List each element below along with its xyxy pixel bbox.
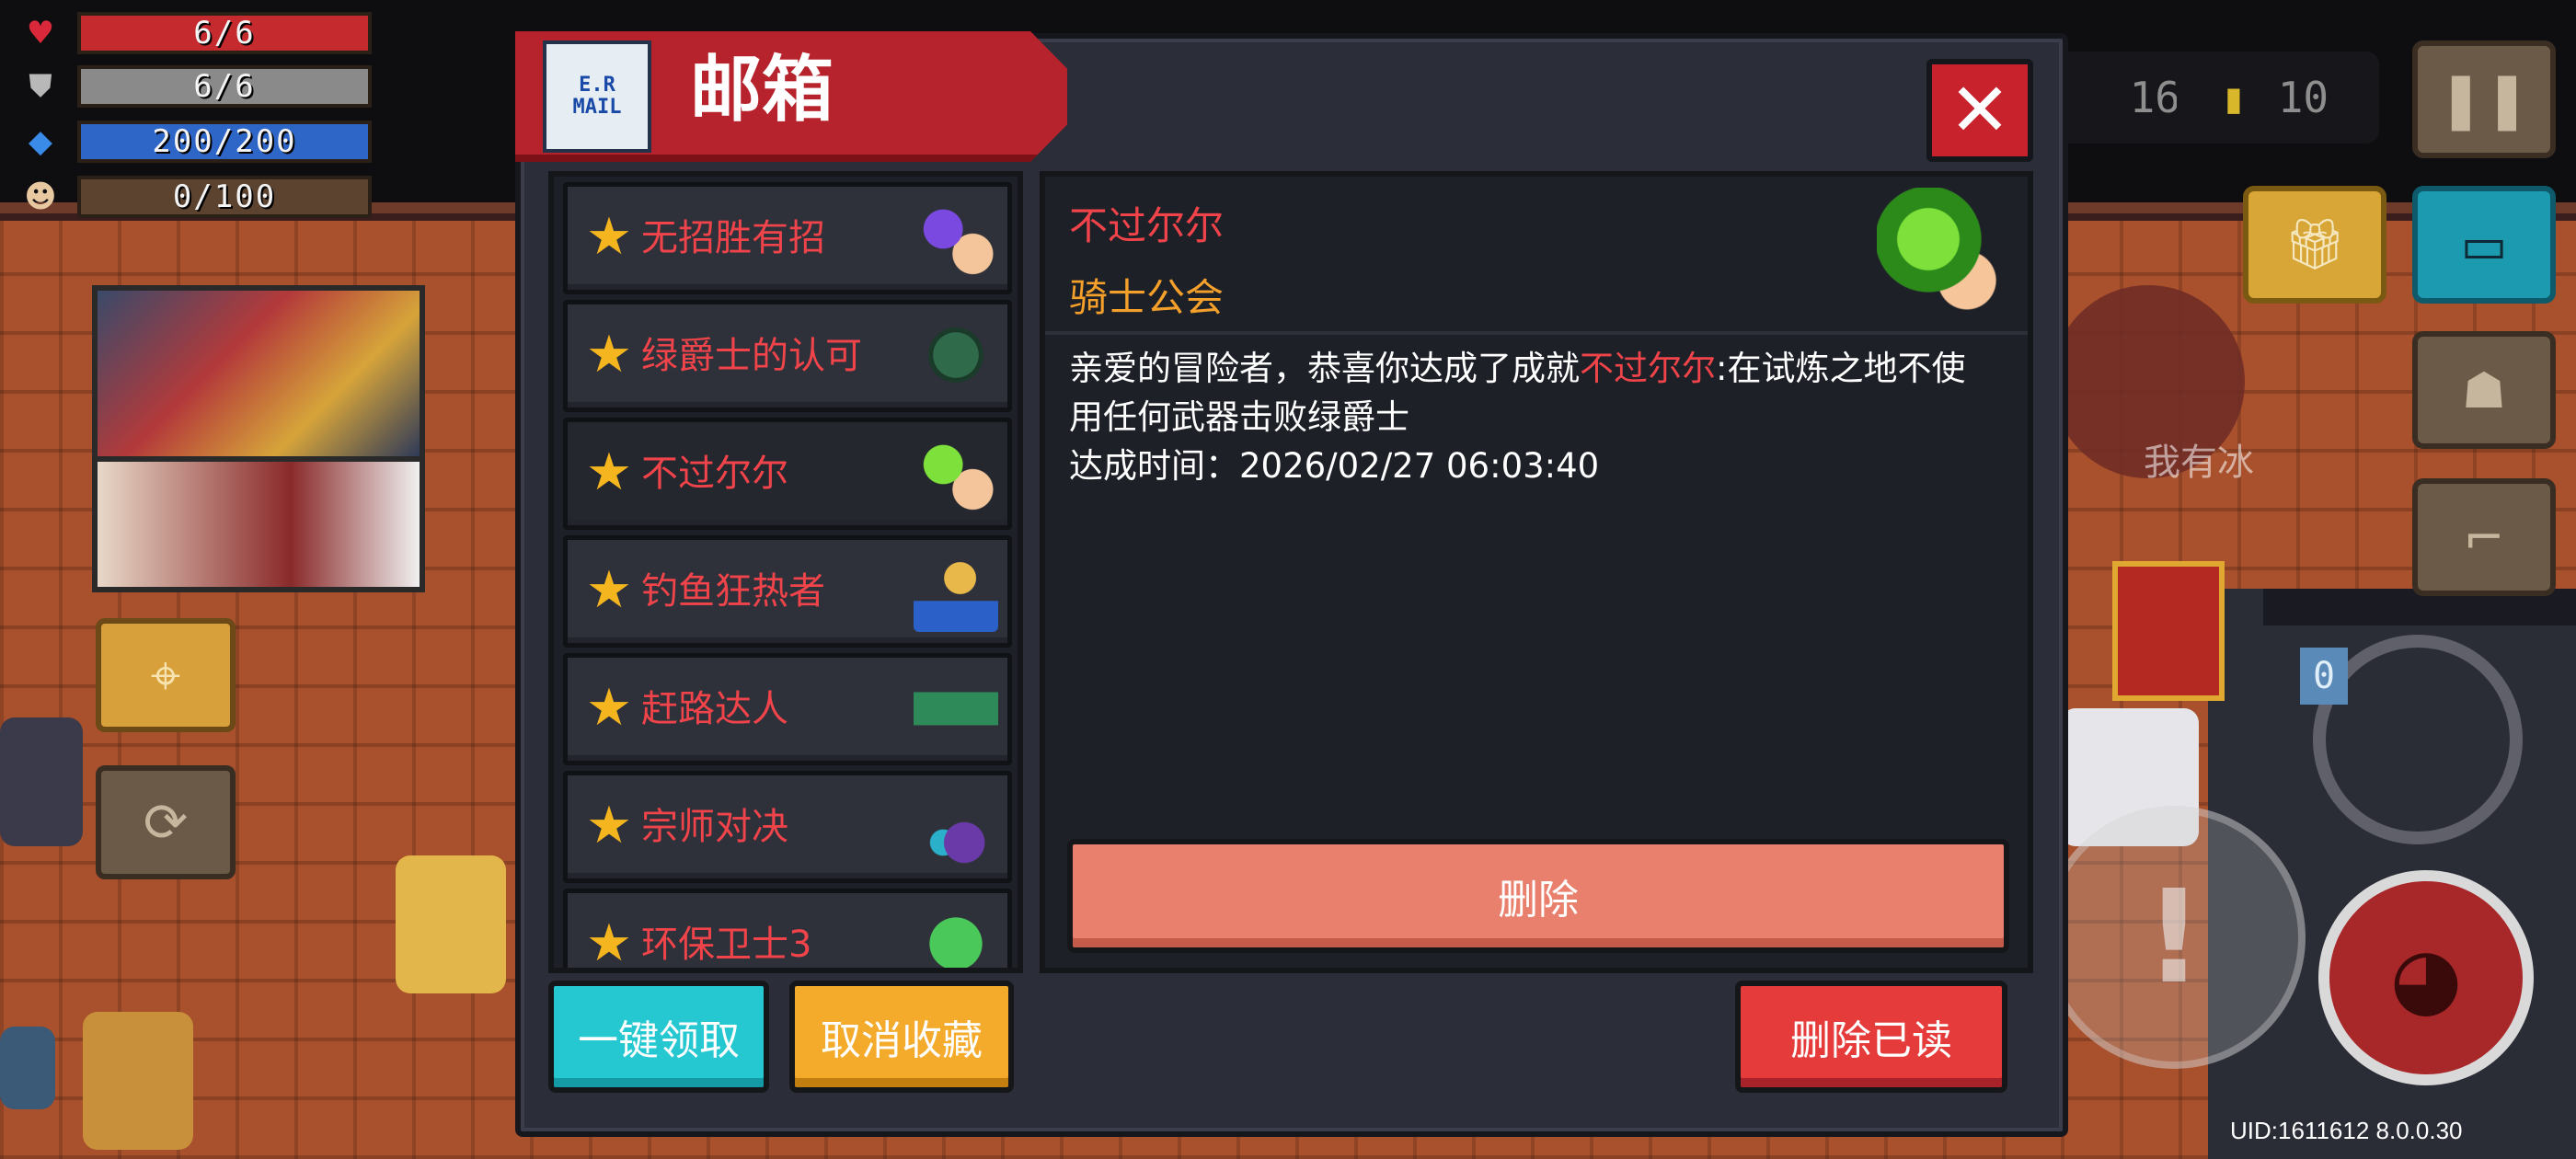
hp-row: ♥ 6/6 [18, 12, 372, 54]
close-icon: ✕ [1949, 67, 2011, 153]
achieve-time: 达成时间：2026/02/27 06:03:40 [1069, 446, 1600, 486]
delete-read-button[interactable]: 删除已读 [1735, 981, 2007, 1093]
location-button[interactable]: ⌖ [96, 618, 236, 732]
pause-button[interactable]: ❚❚ [2412, 40, 2556, 158]
sword-hand-icon [914, 196, 998, 279]
mail-item-title: 环保卫士3 [641, 924, 812, 966]
gamepad-icon: ▭ [2460, 215, 2508, 274]
armor-bar: 6/6 [77, 65, 372, 108]
close-button[interactable]: ✕ [1926, 59, 2033, 162]
dialog-header: E.R MAIL 邮箱 [515, 31, 1095, 162]
stairs-icon: ⌐ [2463, 508, 2505, 567]
mail-item[interactable]: ★ 赶路达人 [563, 653, 1012, 765]
mail-item[interactable]: ★ 绿爵士的认可 [563, 300, 1012, 412]
exclamation-icon: ! [2145, 862, 2203, 1013]
switch-button[interactable]: ⟳ [96, 765, 236, 879]
mail-envelope-icon: E.R MAIL [543, 40, 651, 153]
swap-arrows-icon: ⟳ [143, 791, 189, 854]
mail-item-selected[interactable]: ★ 不过尔尔 [563, 418, 1012, 530]
mail-item-title: 宗师对决 [641, 806, 788, 848]
detail-title: 不过尔尔 [1069, 203, 1225, 248]
mail-item[interactable]: ★ 宗师对决 [563, 771, 1012, 883]
mail-item-title: 不过尔尔 [641, 453, 788, 495]
event-banner-image[interactable] [92, 285, 425, 462]
mail-item-title: 赶路达人 [641, 688, 788, 730]
energy-crystal-icon: ◆ [28, 123, 53, 160]
mail-item[interactable]: ★ 环保卫士3 [563, 889, 1012, 973]
npc-top-hat-character [396, 855, 506, 993]
weapon-energy-badge: 0 [2300, 648, 2348, 705]
armor-row: ⛊ 6/6 [18, 65, 372, 108]
eco-recycle-icon [914, 902, 998, 968]
map-pin-icon: ⌖ [150, 643, 181, 706]
delete-button[interactable]: 删除 [1067, 839, 2009, 953]
profile-button[interactable]: ☗ [2412, 331, 2556, 449]
gem-count: 16 [2129, 73, 2180, 122]
attack-button[interactable]: ◕ [2318, 870, 2534, 1085]
scene-red-lantern [2112, 561, 2225, 701]
star-icon: ★ [585, 442, 633, 502]
achievement-icon [1877, 188, 2006, 316]
dialog-title: 邮箱 [690, 49, 834, 132]
star-icon: ★ [585, 325, 633, 384]
body-prefix: 亲爱的冒险者，恭喜你达成了成就 [1069, 349, 1580, 388]
character-banner-image[interactable] [92, 456, 425, 592]
mail-item[interactable]: ★ 无招胜有招 [563, 182, 1012, 294]
star-icon: ★ [585, 796, 633, 855]
shield-icon: ⛊ [29, 68, 52, 105]
mail-item-title: 钓鱼狂热者 [641, 570, 825, 613]
grandmaster-duel-icon [914, 785, 998, 867]
claim-all-button[interactable]: 一键领取 [548, 981, 769, 1093]
npc-cat-character [0, 717, 83, 846]
exp-row: ☻ 0/100 [18, 176, 372, 218]
skill-button[interactable]: ! [2042, 806, 2306, 1069]
coin-counter: ▮ 10 [2177, 52, 2379, 143]
exit-button[interactable]: ⌐ [2412, 478, 2556, 596]
exp-bar: 0/100 [77, 176, 372, 218]
energy-bar: 200/200 [77, 120, 372, 163]
coin-count: 10 [2277, 73, 2329, 122]
profile-card-icon: ☗ [2461, 361, 2507, 419]
green-knight-head-icon [914, 314, 998, 396]
gift-button[interactable]: 🎁︎ [2243, 186, 2386, 304]
body-highlight: 不过尔尔 [1580, 349, 1716, 388]
uid-version-text: UID:1611612 8.0.0.30 [2230, 1117, 2463, 1144]
detail-header: 不过尔尔 骑士公会 [1045, 177, 2028, 335]
fisherman-icon [914, 549, 998, 632]
star-icon: ★ [585, 678, 633, 738]
star-icon: ★ [585, 560, 633, 620]
energy-row: ◆ 200/200 [18, 120, 372, 163]
mail-icon-text: E.R MAIL [572, 74, 622, 119]
ninja-face-icon: ◕ [2389, 929, 2463, 1027]
pause-icon: ❚❚ [2437, 67, 2531, 132]
floor-pot [0, 1027, 55, 1109]
gift-icon: 🎁︎ [2283, 215, 2347, 273]
unfavorite-button[interactable]: 取消收藏 [789, 981, 1014, 1093]
mail-item-title: 绿爵士的认可 [641, 335, 862, 377]
hp-bar: 6/6 [77, 12, 372, 54]
mail-list[interactable]: ★ 无招胜有招 ★ 绿爵士的认可 ★ 不过尔尔 ★ 钓鱼狂热者 ★ 赶路达人 ★… [548, 171, 1023, 973]
scene-npc-text: 我有冰 [2144, 442, 2254, 484]
detail-body: 亲爱的冒险者，恭喜你达成了成就不过尔尔:在试炼之地不使用任何武器击败绿爵士 达成… [1069, 344, 1998, 490]
coin-icon: ▮ [2221, 73, 2247, 122]
star-icon: ★ [585, 913, 633, 973]
character-face-icon: ☻ [24, 178, 57, 215]
heart-icon: ♥ [26, 15, 55, 52]
green-vehicle-icon [914, 667, 998, 750]
detail-sender: 骑士公会 [1069, 275, 1225, 320]
mail-item-title: 无招胜有招 [641, 217, 825, 259]
npc-dog-character [83, 1012, 193, 1150]
star-icon: ★ [585, 207, 633, 267]
gamepad-button[interactable]: ▭ [2412, 186, 2556, 304]
mail-item[interactable]: ★ 钓鱼狂热者 [563, 535, 1012, 648]
green-flame-hand-icon [914, 431, 998, 514]
